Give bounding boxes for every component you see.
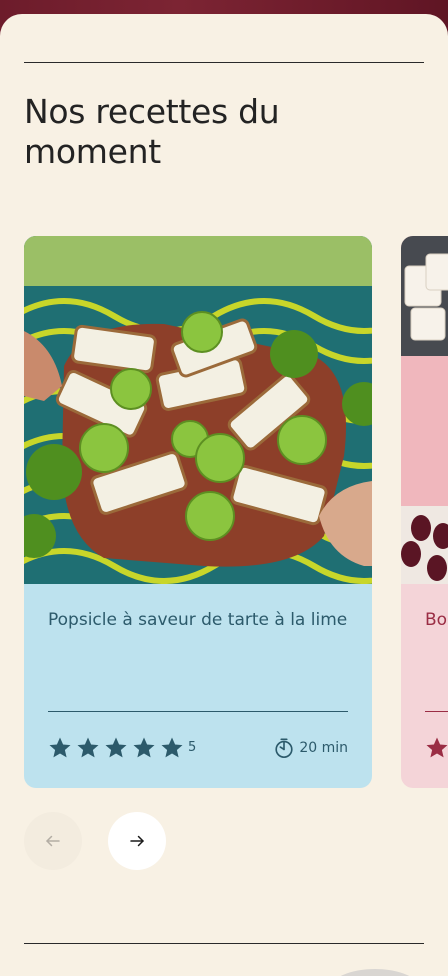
star-icon: [161, 737, 183, 758]
recipe-image: [401, 236, 448, 584]
bottom-divider: [24, 943, 424, 944]
star-icon: [105, 737, 127, 758]
rating-stars: [425, 736, 448, 760]
carousel-prev-button[interactable]: [24, 812, 82, 870]
recipe-title[interactable]: Popsicle à saveur de tarte à la lime: [48, 608, 348, 632]
prep-time: 20 min: [273, 736, 348, 760]
star-icon: [133, 737, 155, 758]
arrow-left-icon: [46, 835, 60, 847]
star-icon: [49, 737, 71, 758]
card-divider: [48, 711, 348, 712]
next-section-peek: [330, 969, 420, 976]
recipe-card-body: Bo: [401, 584, 448, 788]
rating-value: 5: [188, 740, 197, 755]
recipe-card-body: Popsicle à saveur de tarte à la lime 5 2…: [24, 584, 372, 788]
section-title: Nos recettes du moment: [24, 92, 280, 171]
arrow-right-icon: [130, 835, 144, 847]
prep-time-label: 20 min: [299, 740, 348, 756]
timer-icon: [275, 738, 293, 758]
recipe-image: [24, 236, 372, 584]
recipe-title[interactable]: Bo: [425, 608, 448, 632]
recipe-card[interactable]: Popsicle à saveur de tarte à la lime 5 2…: [24, 236, 372, 788]
recipes-sheet: Nos recettes du moment Popsicle à saveur…: [0, 14, 448, 976]
star-icon: [77, 737, 99, 758]
carousel-next-button[interactable]: [108, 812, 166, 870]
recipe-card[interactable]: Bo: [401, 236, 448, 788]
rating-stars: 5: [48, 736, 196, 760]
star-icon: [426, 737, 448, 758]
card-divider: [425, 711, 448, 712]
top-divider: [24, 62, 424, 63]
recipe-carousel: Popsicle à saveur de tarte à la lime 5 2…: [0, 236, 448, 788]
